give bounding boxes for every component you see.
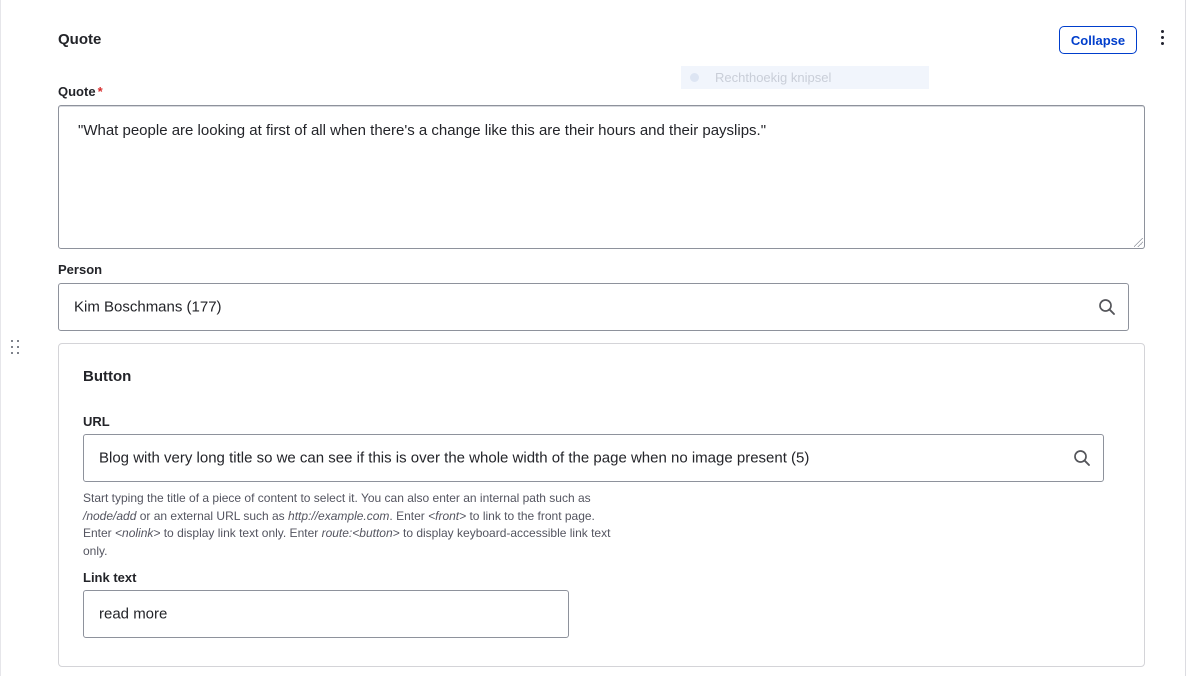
search-icon	[1099, 299, 1115, 315]
person-input[interactable]: Kim Boschmans (177)	[58, 283, 1129, 331]
section-title: Quote	[58, 31, 102, 48]
snip-overlay-label: Rechthoekig knipsel	[715, 70, 832, 85]
resize-grip-icon[interactable]	[1134, 238, 1143, 247]
quote-label: Quote *	[58, 84, 103, 99]
link-text-input-value: read more	[99, 605, 168, 623]
link-text-label: Link text	[83, 570, 137, 585]
collapse-button[interactable]: Collapse	[1059, 26, 1137, 54]
left-frame-border	[0, 0, 1, 676]
quote-textarea[interactable]: "What people are looking at first of all…	[58, 105, 1145, 249]
search-icon	[1074, 450, 1090, 466]
drag-handle-icon[interactable]	[11, 340, 21, 356]
record-dot-icon	[690, 73, 699, 82]
snip-overlay: Rechthoekig knipsel	[681, 66, 929, 89]
required-marker: *	[97, 84, 103, 99]
scrollbar-track[interactable]	[1185, 0, 1186, 676]
url-input-value: Blog with very long title so we can see …	[99, 449, 810, 467]
url-input[interactable]: Blog with very long title so we can see …	[83, 434, 1104, 482]
button-subpanel: Button URL Blog with very long title so …	[58, 343, 1145, 667]
link-text-input[interactable]: read more	[83, 590, 569, 638]
person-label: Person	[58, 262, 103, 277]
quote-textarea-value: "What people are looking at first of all…	[78, 122, 767, 139]
quote-label-text: Quote	[58, 84, 96, 99]
kebab-menu-icon[interactable]	[1154, 30, 1170, 50]
button-panel-title: Button	[83, 368, 132, 385]
url-label: URL	[83, 414, 110, 429]
person-input-value: Kim Boschmans (177)	[74, 298, 222, 316]
url-description: Start typing the title of a piece of con…	[83, 491, 611, 558]
